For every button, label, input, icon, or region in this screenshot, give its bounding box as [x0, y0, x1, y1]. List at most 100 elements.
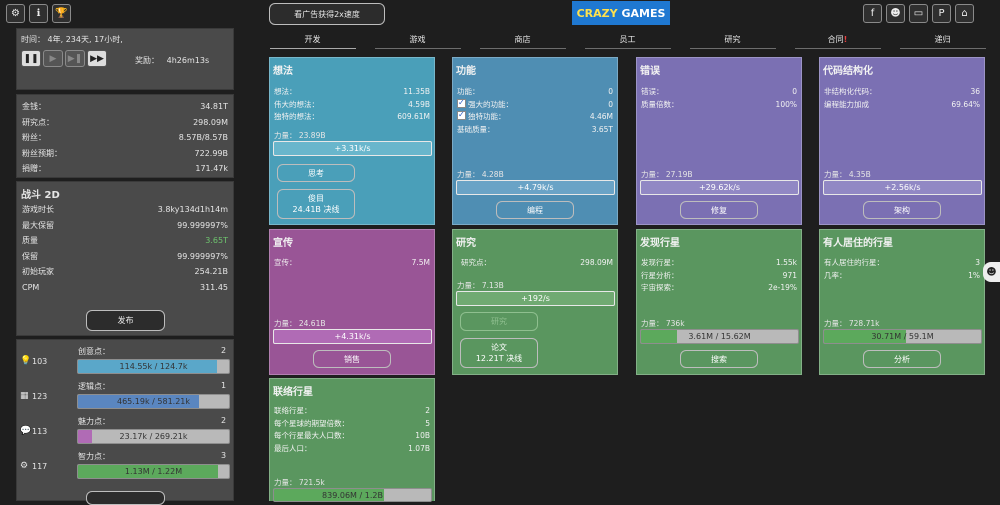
game-row-label: 初始玩家: [22, 267, 54, 276]
card-refactor: 代码结构化 非结构化代码： 36 编程能力加成 69.64% 力量： 4.35B +…: [819, 57, 985, 225]
stat-value: 171.47k: [195, 164, 228, 173]
card-row-label: 几率：: [824, 270, 847, 280]
card-row-label: 行星分析：: [641, 270, 679, 280]
skill-point-count: 113: [32, 427, 48, 436]
fix-button[interactable]: 修复: [680, 201, 758, 219]
card-row-value: 609.61M: [397, 112, 430, 121]
game-row-label: 最大保留: [22, 220, 54, 230]
card-row-label: 独特的想法：: [274, 112, 319, 121]
lightbulb-icon: 💡: [20, 356, 32, 366]
tab-contract[interactable]: 合同!: [795, 34, 880, 45]
card-title: 研究: [456, 238, 476, 249]
program-button[interactable]: 编程: [496, 201, 574, 219]
speech-bubble-icon: 💬: [20, 426, 32, 436]
analyze-button[interactable]: 分析: [863, 350, 941, 368]
crazygames-logo[interactable]: CRAZY GAMES: [572, 1, 670, 25]
card-inhabited-planets: 有人居住的行星 有人居住的行星： 3 几率： 1% 力量： 728.71k 30.7…: [819, 229, 985, 375]
rate-bar: +29.62k/s: [640, 180, 799, 195]
card-discover-planets: 发现行星 发现行星： 1.55k 行星分析： 971 宇宙探索： 2e-19% 力量：…: [636, 229, 802, 375]
tab-contract-label: 合同: [827, 35, 844, 44]
tab-develop[interactable]: 开发: [270, 34, 355, 45]
brainstorm-button[interactable]: 俊目 24.41B 决线: [277, 189, 355, 219]
card-row: 质量倍数： 100%: [637, 99, 801, 112]
paypal-icon[interactable]: P: [932, 4, 951, 23]
card-row-label: 非结构化代码：: [824, 87, 877, 96]
home-icon[interactable]: ⌂: [955, 4, 974, 23]
sell-button[interactable]: 销售: [313, 350, 391, 368]
tab-staff[interactable]: 员工: [585, 34, 670, 45]
progress-bar: 30.71M / 59.1M: [823, 329, 982, 344]
settings-gear-icon[interactable]: ⚙: [6, 4, 25, 23]
card-row-label: 错误：: [641, 87, 664, 96]
tab-underline: [795, 48, 881, 49]
game-row-value: 311.45: [200, 282, 228, 292]
skill-point-level: 2: [221, 416, 227, 425]
card-title: 有人居住的行星: [823, 238, 893, 249]
skill-point-progress-bar: 23.17k / 269.21k: [77, 429, 230, 444]
card-power: 力量： 728.71k: [824, 319, 880, 328]
card-power: 力量： 736k: [641, 319, 685, 328]
progress-text: 114.55k / 124.7k: [119, 362, 188, 371]
play-icon[interactable]: ▶: [43, 50, 63, 67]
facebook-icon[interactable]: f: [863, 4, 882, 23]
publish-button[interactable]: 发布: [86, 310, 165, 331]
stat-value: 34.81T: [200, 102, 228, 111]
card-row-value: 7.5M: [411, 258, 430, 267]
skill-point-row: ▦ 123 逻辑点： 1 465.19k / 581.21k: [16, 381, 234, 415]
pause-icon[interactable]: ❚❚: [21, 50, 41, 67]
research-button[interactable]: 研究: [460, 312, 538, 331]
game-row: 质量 3.65T: [17, 233, 233, 249]
stat-row: 粉丝预期： 722.99B: [17, 146, 233, 162]
game-title: 战斗 2D: [21, 190, 60, 201]
stat-label: 粉丝：: [22, 133, 46, 142]
card-row-value: 298.09M: [580, 258, 613, 267]
reward-label: 奖励：: [135, 56, 159, 65]
card-power: 力量： 27.19B: [641, 170, 693, 179]
checkbox-icon[interactable]: [457, 97, 466, 109]
search-button[interactable]: 搜索: [680, 350, 758, 368]
tab-games[interactable]: 游戏: [375, 34, 460, 45]
tab-recursion[interactable]: 递归: [900, 34, 985, 45]
button-label: 俊目: [308, 194, 324, 203]
card-row-label: 伟大的想法：: [274, 99, 319, 109]
button-cost: 12.21T 决线: [475, 354, 523, 363]
card-power: 力量： 721.5k: [274, 478, 325, 487]
card-row: 伟大的想法： 4.59B: [270, 99, 434, 112]
skill-point-count: 103: [32, 357, 48, 366]
card-row-value: 11.35B: [403, 87, 430, 96]
time-label: 时间：: [21, 35, 45, 44]
upgrade-button[interactable]: [86, 491, 165, 505]
skill-point-progress-bar: 465.19k / 581.21k: [77, 394, 230, 409]
card-row: 研究点： 298.09M: [457, 257, 617, 270]
assistant-cat-icon[interactable]: ☻: [983, 262, 1000, 282]
skill-point-row: 💡 103 创意点： 2 114.55k / 124.7k: [16, 346, 234, 380]
card-row-label: 联络行星：: [274, 406, 312, 415]
card-row-label: 强大的功能：: [468, 99, 513, 109]
card-row-label: 基础质量：: [457, 124, 495, 134]
reddit-icon[interactable]: ☻: [886, 4, 905, 23]
checkbox-icon[interactable]: [457, 109, 466, 122]
info-icon[interactable]: ℹ: [29, 4, 48, 23]
card-power: 力量： 7.13B: [457, 281, 504, 290]
stat-row: 粉丝： 8.57B/8.57B: [17, 130, 233, 146]
monitor-icon[interactable]: ▭: [909, 4, 928, 23]
card-title: 联络行星: [273, 387, 313, 398]
tab-research[interactable]: 研究: [690, 34, 775, 45]
tab-shop[interactable]: 商店: [480, 34, 565, 45]
card-row-value: 0: [608, 87, 613, 96]
game-row-value: 3.8ky134d1h14m: [157, 205, 228, 214]
card-row-value: 971: [782, 270, 797, 280]
trophy-icon[interactable]: 🏆: [52, 4, 71, 23]
skill-point-progress-bar: 1.13M / 1.22M: [77, 464, 230, 479]
card-row-label: 最后人口：: [274, 443, 312, 453]
skill-point-label: 智力点：: [78, 452, 110, 461]
fast-forward-icon[interactable]: ▶❚: [65, 50, 85, 67]
architect-button[interactable]: 架构: [863, 201, 941, 219]
paper-button[interactable]: 论文 12.21T 决线: [460, 338, 538, 368]
think-button[interactable]: 思考: [277, 164, 355, 182]
card-row: 宣传： 7.5M: [270, 257, 434, 270]
fastest-forward-icon[interactable]: ▶▶: [87, 50, 107, 67]
card-power: 力量： 4.35B: [824, 170, 871, 179]
watch-ad-button[interactable]: 看广告获得2x速度: [269, 3, 385, 25]
card-row: 功能： 0: [453, 86, 617, 99]
